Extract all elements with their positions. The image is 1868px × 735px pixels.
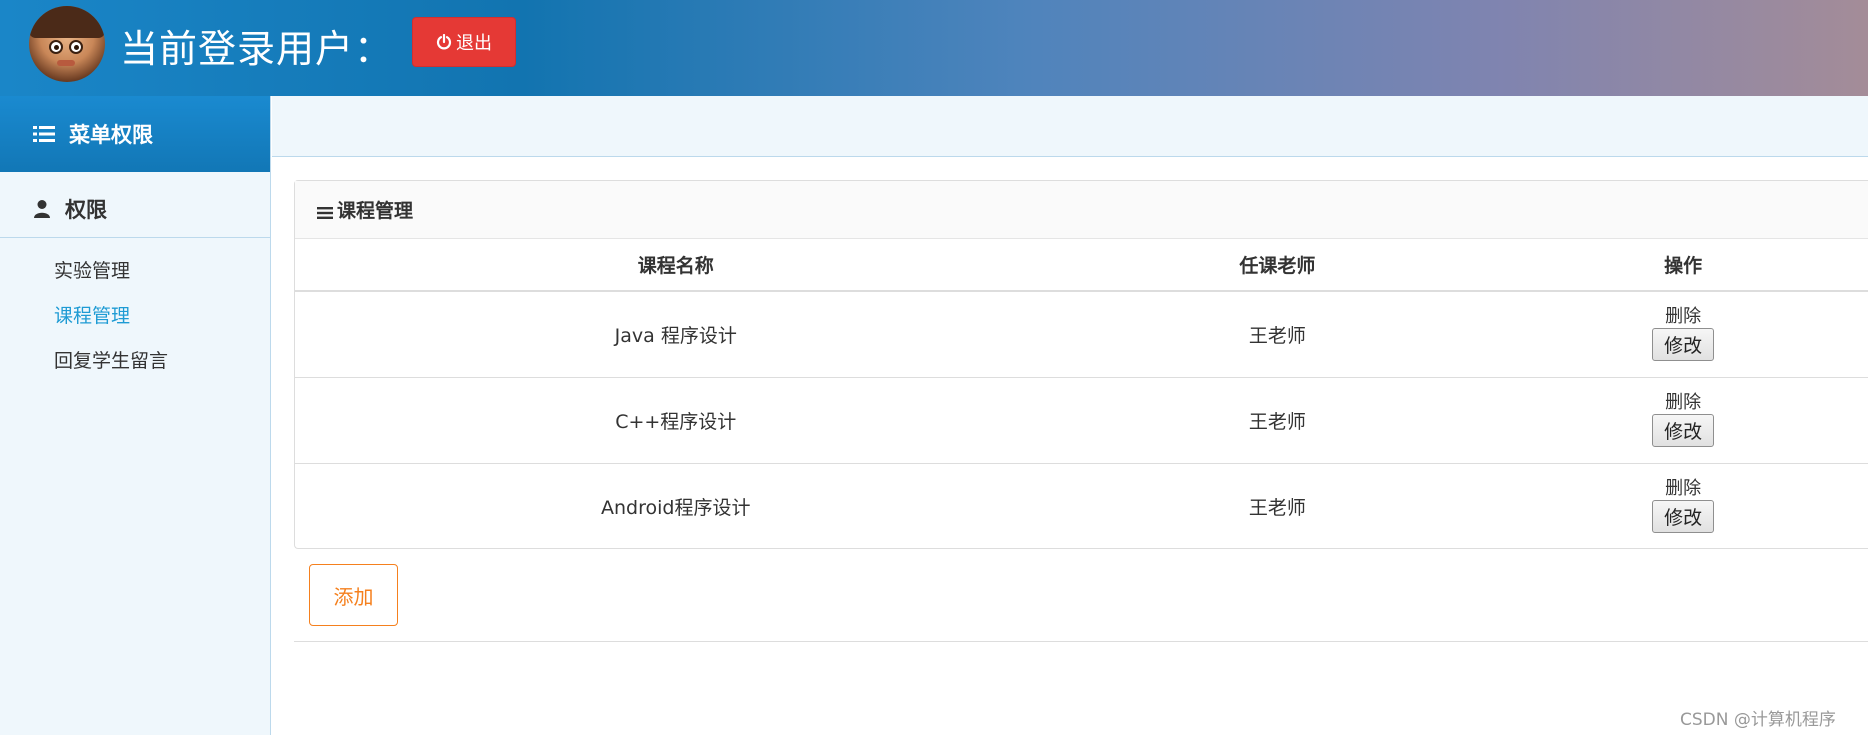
menu-icon xyxy=(317,203,335,219)
delete-link[interactable]: 删除 xyxy=(1665,307,1701,327)
current-user-label: 当前登录用户： xyxy=(120,27,394,71)
sidebar-heading: 菜单权限 xyxy=(0,96,270,172)
sidebar-section-label: 权限 xyxy=(65,197,107,222)
teacher-cell: 王老师 xyxy=(1248,496,1306,519)
divider xyxy=(294,641,1868,642)
actions-cell: 删除 修改 xyxy=(1498,463,1868,549)
edit-button[interactable]: 修改 xyxy=(1652,328,1715,362)
table-row: C++程序设计 王老师 删除 修改 xyxy=(295,377,1868,464)
panel-title: 课程管理 xyxy=(337,200,414,222)
delete-link[interactable]: 删除 xyxy=(1665,393,1701,413)
sidebar-item-experiments[interactable]: 实验管理 xyxy=(0,247,270,292)
logout-label: 退出 xyxy=(456,33,492,54)
add-course-button[interactable]: 添加 xyxy=(309,564,398,626)
teacher-cell: 王老师 xyxy=(1056,291,1499,378)
list-icon xyxy=(33,125,55,143)
course-name-cell: Java 程序设计 xyxy=(295,291,1057,378)
logout-button[interactable]: 退出 xyxy=(412,17,516,67)
top-header: 当前登录用户： 退出 xyxy=(0,0,1868,96)
table-header-row: 课程名称 任课老师 操作 xyxy=(295,239,1868,292)
sidebar-item-reply-messages[interactable]: 回复学生留言 xyxy=(0,337,270,382)
course-panel: 课程管理 课程名称 任课老师 操作 Java 程序设计 王老师 删除 修改 C+… xyxy=(294,180,1868,549)
edit-button[interactable]: 修改 xyxy=(1652,413,1715,447)
actions-cell: 删除 修改 xyxy=(1498,291,1868,378)
column-header-teacher: 任课老师 xyxy=(1056,239,1499,292)
teacher-cell: 王老师 xyxy=(1056,377,1499,464)
user-icon xyxy=(33,199,51,219)
sidebar-heading-label: 菜单权限 xyxy=(69,123,153,147)
edit-button[interactable]: 修改 xyxy=(1652,500,1715,534)
actions-cell: 删除 修改 xyxy=(1498,377,1868,464)
course-name-cell: Android程序设计 xyxy=(601,496,751,519)
column-header-course-name: 课程名称 xyxy=(295,239,1057,292)
sidebar: 菜单权限 权限 实验管理 课程管理 回复学生留言 xyxy=(0,96,271,735)
column-header-actions: 操作 xyxy=(1498,239,1868,292)
user-avatar xyxy=(29,6,105,82)
course-table: 课程名称 任课老师 操作 Java 程序设计 王老师 删除 修改 C++程序设计… xyxy=(295,239,1868,549)
course-name-cell: C++程序设计 xyxy=(295,377,1057,464)
sidebar-item-courses[interactable]: 课程管理 xyxy=(0,292,270,337)
watermark: CSDN @计算机程序 xyxy=(1680,710,1836,730)
table-row: Android程序设计 王老师 删除 修改 xyxy=(295,463,1868,549)
table-row: Java 程序设计 王老师 删除 修改 xyxy=(295,291,1868,378)
power-icon xyxy=(436,34,452,50)
content-topbar xyxy=(272,96,1868,157)
delete-link[interactable]: 删除 xyxy=(1665,479,1701,499)
panel-header: 课程管理 xyxy=(295,181,1868,239)
sidebar-section-permissions[interactable]: 权限 xyxy=(0,180,270,238)
